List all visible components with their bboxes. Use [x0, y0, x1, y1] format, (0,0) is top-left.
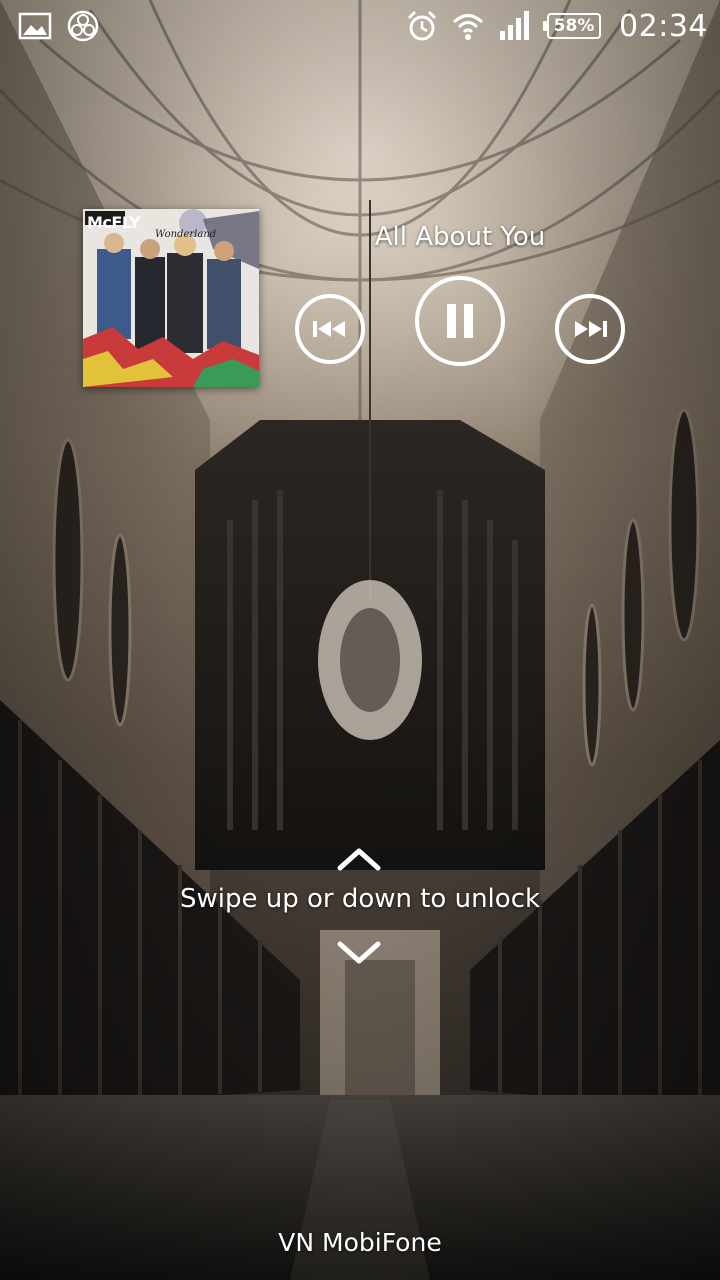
next-track-icon: [575, 321, 607, 337]
next-track-button[interactable]: [555, 294, 625, 364]
battery-indicator: 58%: [543, 13, 602, 39]
previous-track-button[interactable]: [295, 294, 365, 364]
album-art[interactable]: McFLY Wonderland: [83, 209, 259, 387]
chevron-down-icon: [336, 940, 382, 966]
previous-track-icon: [313, 321, 345, 337]
unlock-hint: Swipe up or down to unlock: [179, 884, 541, 914]
chevron-up-icon: [336, 846, 382, 872]
pause-button[interactable]: [415, 276, 505, 366]
signal-icon: [497, 9, 531, 43]
app-notification-icon: [66, 9, 100, 43]
carrier-label: VN MobiFone: [278, 1228, 442, 1257]
album-title: Wonderland: [155, 229, 217, 240]
status-bar[interactable]: 58% 02:34: [0, 0, 720, 52]
status-clock: 02:34: [619, 8, 708, 44]
song-title: All About You: [374, 222, 546, 252]
album-band-logo: McFLY: [87, 213, 141, 232]
wallpaper: [0, 0, 720, 1280]
lock-screen[interactable]: 58% 02:34 McFLY Wonderland All About You…: [0, 0, 720, 1280]
wifi-icon: [451, 9, 485, 43]
status-bar-system: 58% 02:34: [405, 6, 708, 46]
status-bar-notifications: [18, 8, 100, 44]
gallery-icon: [18, 9, 52, 43]
pause-icon: [447, 304, 473, 338]
alarm-icon: [405, 9, 439, 43]
